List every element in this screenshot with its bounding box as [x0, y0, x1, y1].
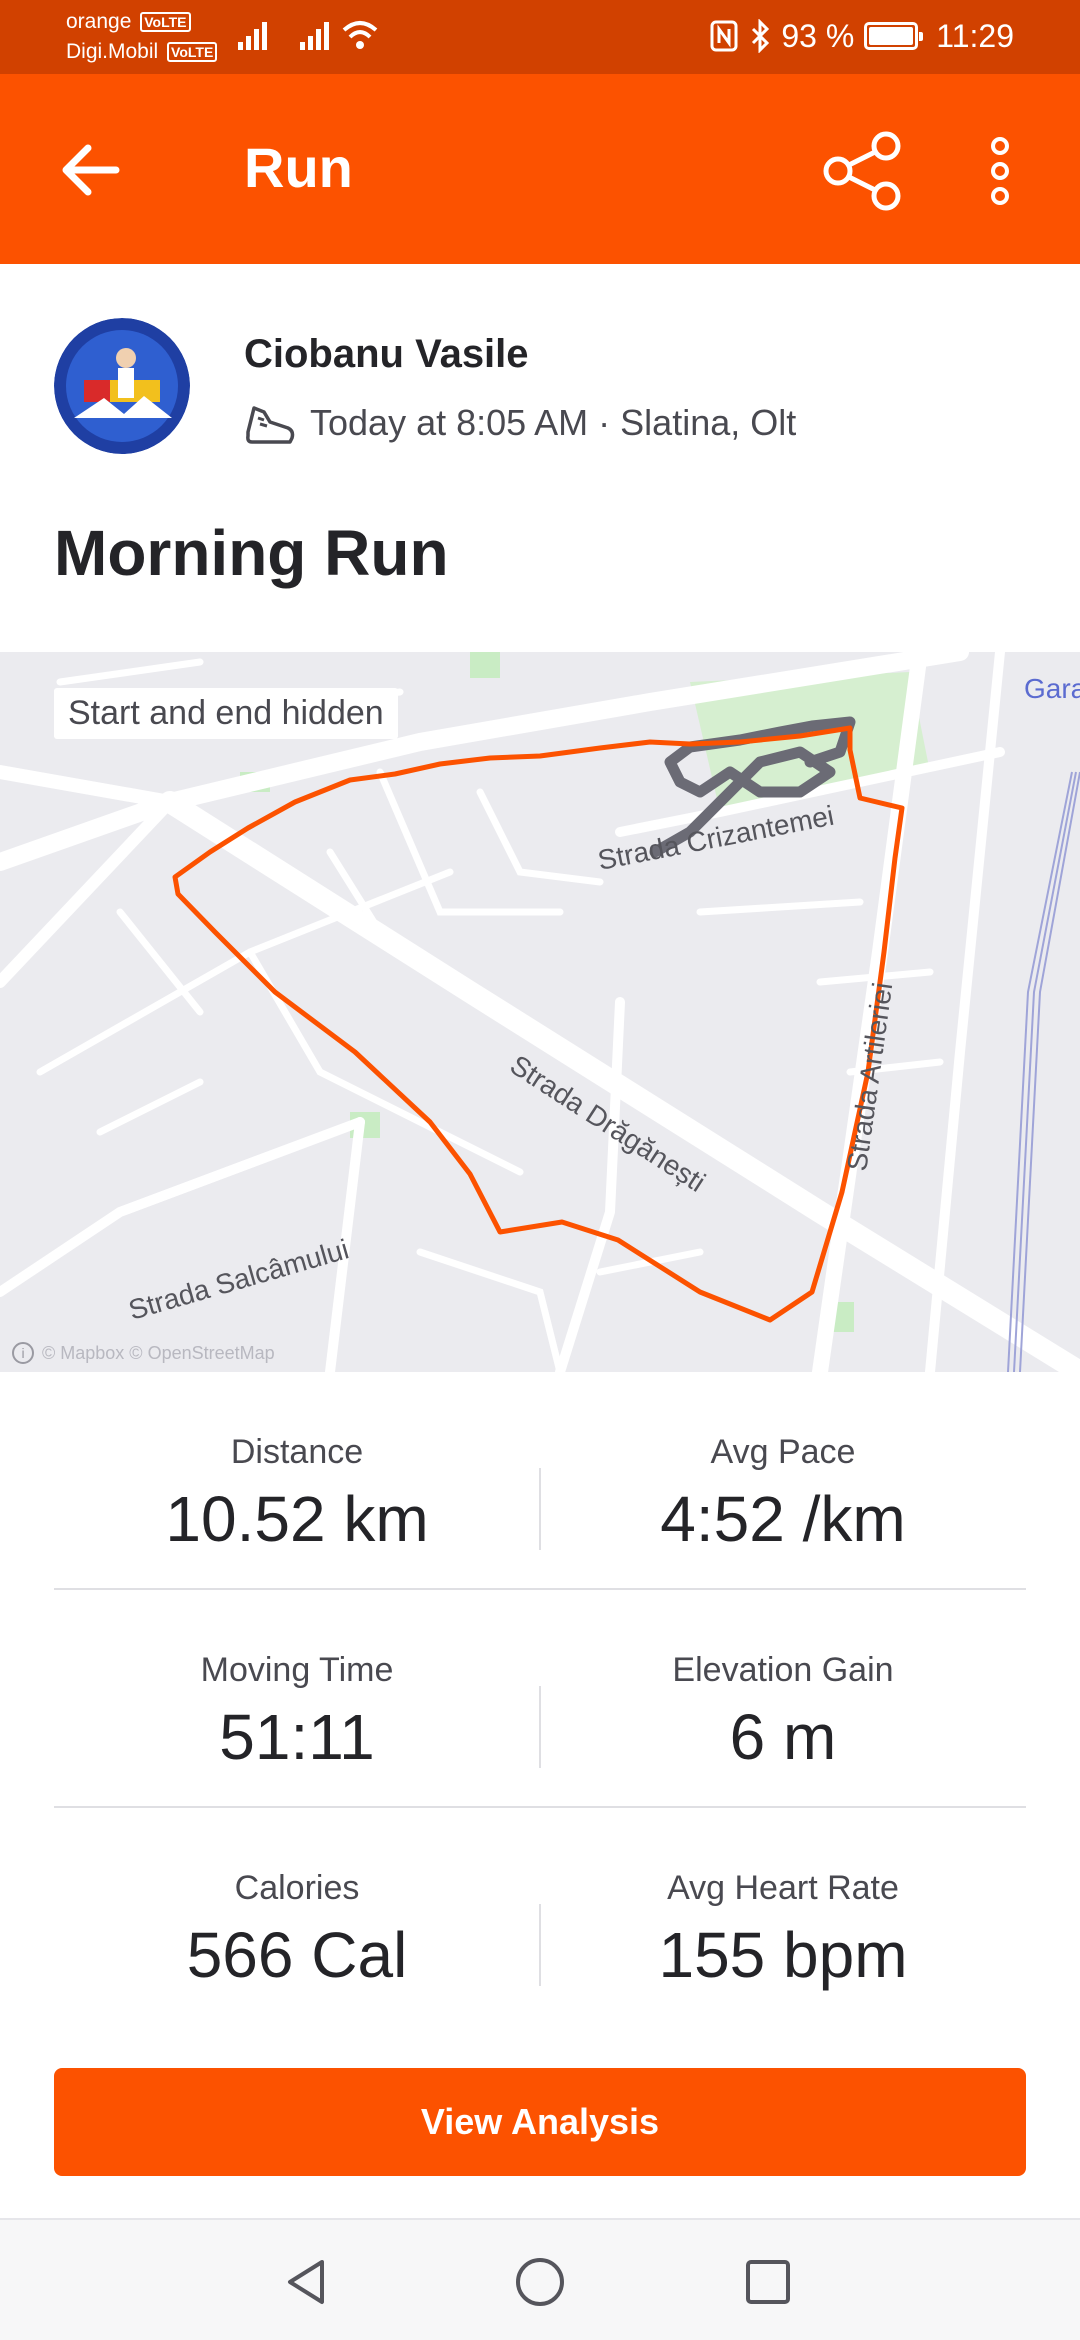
stats-grid: Distance 10.52 km Avg Pace 4:52 /km Movi… [54, 1372, 1026, 2026]
stat-label: Elevation Gain [672, 1651, 894, 1689]
street-label-salcamului: Strada Salcâmului [125, 1233, 352, 1325]
stat-distance: Distance 10.52 km [54, 1432, 540, 1558]
carrier-1: orange VoLTE [66, 10, 191, 34]
nfc-icon [710, 20, 738, 52]
stat-value: 51:11 [219, 1701, 375, 1773]
volte-badge: VoLTE [140, 12, 191, 33]
clock: 11:29 [936, 17, 1014, 54]
stat-avg-heart-rate: Avg Heart Rate 155 bpm [540, 1868, 1026, 1994]
system-nav-bar [0, 2218, 1080, 2340]
street-label-artileriei: Strada Artileriei [841, 980, 898, 1172]
carrier-2: Digi.Mobil VoLTE [66, 40, 218, 64]
view-analysis-button[interactable]: View Analysis [54, 2068, 1026, 2176]
signal-icon [300, 22, 329, 50]
stats-row: Calories 566 Cal Avg Heart Rate 155 bpm [54, 1808, 1026, 2026]
activity-meta: Today at 8:05 AM · Slatina, Olt [244, 398, 796, 448]
map-attribution[interactable]: i © Mapbox © OpenStreetMap [12, 1342, 275, 1364]
stat-moving-time: Moving Time 51:11 [54, 1650, 540, 1776]
stat-value: 155 bpm [658, 1919, 908, 1991]
info-icon[interactable]: i [12, 1342, 34, 1364]
wifi-icon [342, 21, 378, 49]
route-map[interactable]: Strada Crizantemei Strada Drăgănești Str… [0, 652, 1080, 1372]
privacy-badge: Start and end hidden [54, 688, 398, 739]
avatar[interactable] [54, 318, 190, 454]
nav-back-icon[interactable] [276, 2250, 340, 2314]
battery-percent: 93 % [781, 17, 855, 54]
more-vertical-icon[interactable] [980, 126, 1020, 216]
stat-value: 10.52 km [165, 1483, 429, 1555]
carrier-1-label: orange [66, 10, 132, 33]
volte-badge: VoLTE [167, 42, 218, 63]
attribution-text: © Mapbox © OpenStreetMap [42, 1342, 275, 1363]
battery-fill [869, 27, 914, 45]
stat-label: Distance [230, 1433, 364, 1471]
nav-recents-icon[interactable] [736, 2250, 800, 2314]
share-icon[interactable] [818, 126, 908, 216]
activity-title[interactable]: Morning Run [54, 516, 449, 590]
arrow-left-icon[interactable] [52, 130, 132, 210]
park-area [470, 652, 500, 678]
page-title: Run [244, 136, 353, 199]
status-bar: orange VoLTE Digi.Mobil VoLTE 93 % 11:29 [0, 0, 1080, 74]
stat-label: Moving Time [200, 1651, 394, 1689]
athlete-name[interactable]: Ciobanu Vasile [244, 330, 529, 378]
stat-value: 6 m [729, 1701, 837, 1773]
bluetooth-icon [752, 19, 770, 53]
activity-meta-text: Today at 8:05 AM · Slatina, Olt [310, 402, 797, 443]
stats-row: Moving Time 51:11 Elevation Gain 6 m [54, 1590, 1026, 1808]
stat-calories: Calories 566 Cal [54, 1868, 540, 1994]
stat-value: 566 Cal [186, 1919, 408, 1991]
carrier-2-label: Digi.Mobil [66, 40, 159, 63]
app-bar: Run [0, 74, 1080, 264]
street-label-gara: Gara [1024, 673, 1080, 704]
stat-label: Calories [234, 1869, 360, 1907]
railway [1007, 771, 1080, 1372]
nav-home-icon[interactable] [508, 2250, 572, 2314]
stat-value: 4:52 /km [660, 1483, 906, 1555]
status-right: 93 % 11:29 [709, 16, 1014, 56]
stat-elevation-gain: Elevation Gain 6 m [540, 1650, 1026, 1776]
running-shoe-icon [246, 406, 295, 444]
map-canvas: Strada Crizantemei Strada Drăgănești Str… [0, 652, 1080, 1372]
stat-label: Avg Heart Rate [667, 1869, 899, 1907]
stats-row: Distance 10.52 km Avg Pace 4:52 /km [54, 1372, 1026, 1590]
signal-icon [238, 22, 267, 50]
battery-icon [864, 22, 924, 50]
stat-label: Avg Pace [710, 1433, 856, 1471]
stat-avg-pace: Avg Pace 4:52 /km [540, 1432, 1026, 1558]
